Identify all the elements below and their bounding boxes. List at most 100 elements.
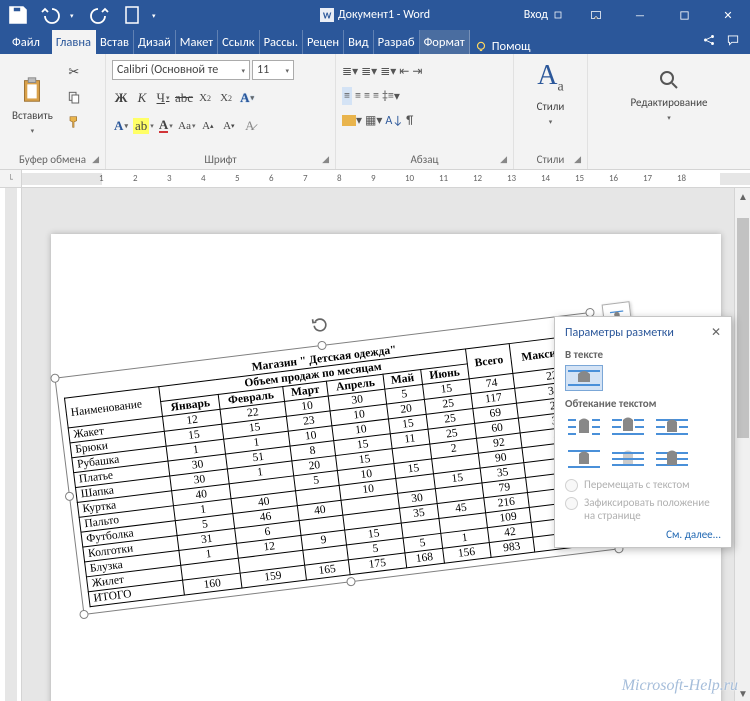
close-icon[interactable]: ✕ [711, 325, 721, 340]
wrap-inline-button[interactable] [565, 365, 603, 391]
editing-button[interactable]: Редактирование▾ [625, 64, 714, 126]
group-label-font: Шрифт◢ [112, 151, 329, 167]
svg-text:W: W [323, 10, 332, 22]
tab-view[interactable]: Вид [344, 30, 374, 54]
redo-icon[interactable] [88, 3, 112, 27]
wrap-behind-button[interactable] [609, 446, 647, 472]
format-painter-icon[interactable] [63, 111, 85, 133]
group-font: Calibri (Основной те▾ 11▾ Ж К Ч▾ abc X2 … [106, 54, 336, 169]
text-effects-button[interactable]: A▾ [238, 88, 256, 108]
borders-button[interactable]: ▦▾ [365, 113, 382, 128]
font-size-combo[interactable]: 11▾ [252, 60, 294, 80]
section-inline: В тексте [565, 348, 721, 361]
horizontal-ruler[interactable]: └ 123456789101112131415161718 [0, 170, 750, 188]
wrap-square-button[interactable] [565, 414, 603, 440]
word-app-icon: W [320, 8, 334, 22]
font-name-combo[interactable]: Calibri (Основной те▾ [112, 60, 250, 80]
layout-options-pane: Параметры разметки✕ В тексте Обтекание т… [554, 316, 732, 548]
text-styles-button[interactable]: A▾ [112, 116, 130, 136]
group-label-clipboard: Буфер обмена◢ [6, 151, 99, 167]
bullets-button[interactable]: ≣▾ [342, 64, 358, 79]
align-center-button[interactable]: ≡ [355, 89, 361, 103]
opt-move-with-text: Перемещать с текстом [565, 478, 721, 492]
tab-review[interactable]: Рецен [303, 30, 344, 54]
underline-button[interactable]: Ч▾ [154, 88, 172, 108]
share-icon[interactable] [702, 33, 716, 51]
group-label-paragraph: Абзац◢ [342, 151, 507, 167]
italic-button[interactable]: К [133, 88, 151, 108]
undo-dropdown-icon[interactable]: ▾ [70, 11, 80, 20]
wrap-topbottom-button[interactable] [565, 446, 603, 472]
line-spacing-button[interactable]: ‡≡▾ [382, 89, 400, 104]
sort-button[interactable]: A↓ [385, 114, 403, 128]
numbering-button[interactable]: ≣▾ [361, 64, 377, 79]
clear-formatting-button[interactable]: A̷ [241, 116, 259, 136]
dialog-launcher-icon[interactable]: ◢ [92, 154, 99, 165]
styles-button[interactable]: Aа Стили▾ [537, 60, 565, 126]
group-clipboard: Вставить ▾ ✂ Буфер обмена◢ [0, 54, 106, 169]
save-icon[interactable] [6, 3, 30, 27]
tab-insert[interactable]: Встав [96, 30, 134, 54]
tab-references[interactable]: Ссылк [218, 30, 259, 54]
sign-in-button[interactable]: Вход [514, 0, 574, 30]
shop-table: Магазин " Детская одежда" Наименование О… [62, 320, 611, 607]
dialog-launcher-icon[interactable]: ◢ [322, 154, 329, 165]
see-more-link[interactable]: См. далее... [565, 528, 721, 541]
superscript-button[interactable]: X2 [217, 88, 235, 108]
tab-layout[interactable]: Макет [176, 30, 218, 54]
find-icon [657, 68, 681, 92]
tab-mailings[interactable]: Рассы. [260, 30, 303, 54]
minimize-button[interactable]: — [618, 0, 662, 30]
vertical-ruler[interactable] [0, 188, 22, 701]
qat-customize-icon[interactable]: ▾ [152, 11, 162, 20]
resize-handle[interactable] [50, 373, 60, 383]
undo-icon[interactable] [38, 3, 62, 27]
highlight-button[interactable]: ab▾ [133, 116, 154, 136]
dialog-launcher-icon[interactable]: ◢ [574, 154, 581, 165]
grow-font-button[interactable]: A▴ [199, 116, 217, 136]
scroll-up-icon[interactable]: ▲ [735, 188, 750, 204]
tab-home[interactable]: Главна [52, 30, 96, 54]
wrap-through-button[interactable] [653, 414, 691, 440]
tell-me[interactable]: Помощ [474, 39, 531, 54]
subscript-button[interactable]: X2 [196, 88, 214, 108]
shrink-font-button[interactable]: A▾ [220, 116, 238, 136]
ribbon-display-options-icon[interactable] [574, 0, 618, 30]
watermark: Microsoft-Help.ru [622, 677, 738, 695]
close-button[interactable]: ✕ [706, 0, 750, 30]
resize-handle[interactable] [79, 609, 89, 619]
show-marks-button[interactable]: ¶ [406, 114, 413, 128]
decrease-indent-button[interactable]: ⇤ [399, 64, 409, 79]
tab-developer[interactable]: Разраб [374, 30, 420, 54]
align-right-button[interactable]: ≡ [364, 89, 370, 103]
paste-button[interactable]: Вставить ▾ [6, 58, 59, 151]
maximize-button[interactable] [662, 0, 706, 30]
font-color-button[interactable]: A▾ [157, 116, 175, 136]
tab-selector[interactable]: └ [0, 170, 22, 188]
tab-format[interactable]: Формат [420, 30, 470, 54]
bold-button[interactable]: Ж [112, 88, 130, 108]
new-doc-icon[interactable] [120, 3, 144, 27]
resize-handle[interactable] [346, 577, 356, 587]
justify-button[interactable]: ≡ [373, 89, 379, 103]
rotate-handle-icon[interactable] [309, 314, 331, 336]
vertical-scrollbar[interactable]: ▲ ▼ [734, 188, 750, 701]
dialog-launcher-icon[interactable]: ◢ [500, 154, 507, 165]
tab-file[interactable]: Файл [8, 30, 52, 54]
strikethrough-button[interactable]: abc [175, 88, 193, 108]
comments-icon[interactable] [726, 33, 740, 51]
change-case-button[interactable]: Aa▾ [178, 116, 196, 136]
copy-icon[interactable] [63, 86, 85, 108]
increase-indent-button[interactable]: ⇥ [412, 64, 422, 79]
multilevel-button[interactable]: ≣▾ [380, 64, 396, 79]
wrap-front-button[interactable] [653, 446, 691, 472]
resize-handle[interactable] [64, 491, 74, 501]
align-left-button[interactable]: ≡ [342, 87, 352, 105]
tab-design[interactable]: Дизай [134, 30, 176, 54]
scrollbar-thumb[interactable] [737, 218, 749, 438]
resize-handle[interactable] [317, 340, 327, 350]
selected-picture-object[interactable]: Магазин " Детская одежда" Наименование О… [54, 312, 619, 615]
cut-icon[interactable]: ✂ [63, 61, 85, 83]
shading-button[interactable]: ▾ [342, 113, 362, 128]
wrap-tight-button[interactable] [609, 414, 647, 440]
